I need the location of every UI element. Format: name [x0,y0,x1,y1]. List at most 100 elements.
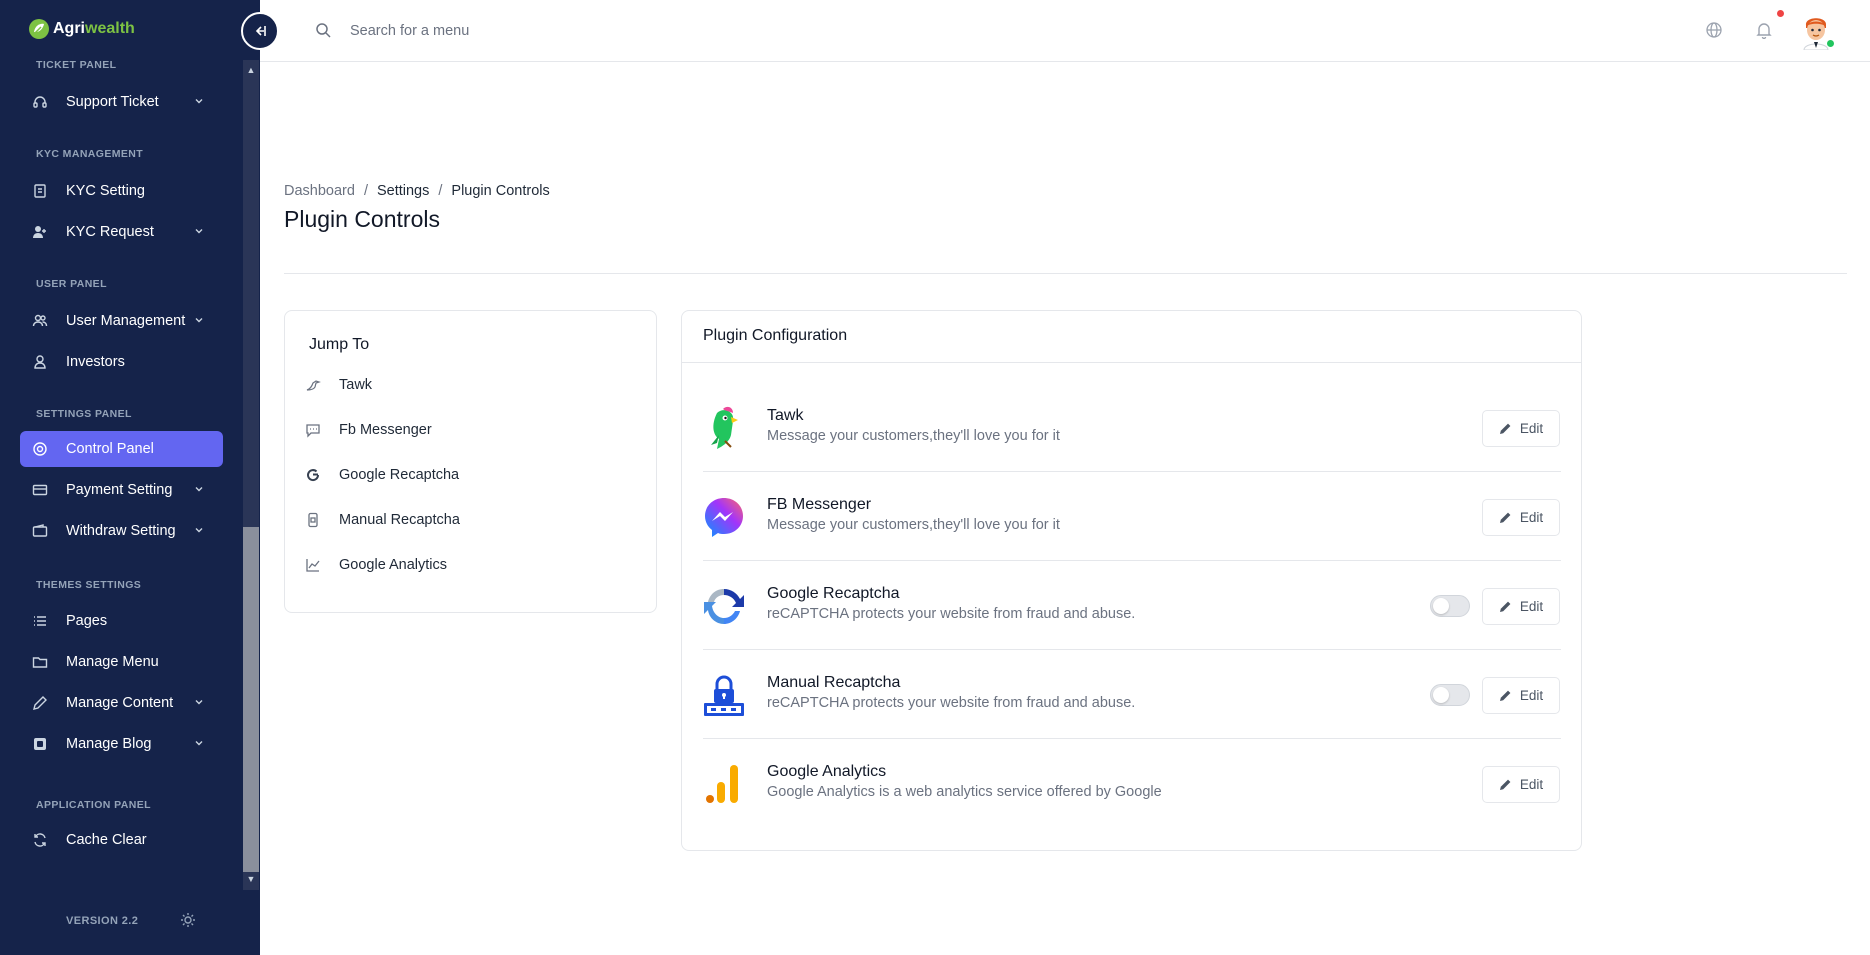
breadcrumb-settings[interactable]: Settings [377,183,429,199]
sidebar-item-pages[interactable]: Pages [20,603,223,639]
sidebar-item-withdraw-setting[interactable]: Withdraw Setting [20,513,223,549]
sidebar-item-control-panel[interactable]: Control Panel [20,431,223,467]
pencil-icon [1499,600,1512,613]
toggle-manual-recaptcha[interactable] [1430,684,1470,706]
pencil-icon [1499,511,1512,524]
brand-logo[interactable]: Agri wealth [28,18,135,40]
plugin-row-google-recaptcha: Google Recaptcha reCAPTCHA protects your… [703,561,1561,650]
jump-item-fb-messenger[interactable]: Fb Messenger [305,419,432,441]
sidebar-item-manage-menu[interactable]: Manage Menu [20,644,223,680]
edit-button-fb-messenger[interactable]: Edit [1482,499,1560,536]
card-icon [32,482,48,498]
sidebar: Agri wealth ▲ ▼ TICKET PANEL Support Tick… [0,0,260,955]
plugin-name: Manual Recaptcha [767,674,901,691]
pencil-icon [1499,422,1512,435]
edit-button-manual-recaptcha[interactable]: Edit [1482,677,1560,714]
sidebar-item-label: Manage Content [66,695,174,711]
edit-button-google-recaptcha[interactable]: Edit [1482,588,1560,625]
sidebar-item-kyc-request[interactable]: KYC Request [20,214,223,250]
sidebar-item-label: KYC Request [66,224,154,240]
sidebar-item-manage-blog[interactable]: Manage Blog [20,726,223,762]
divider [284,273,1847,274]
sidebar-collapse-button[interactable] [241,12,279,50]
recaptcha-icon [703,583,745,629]
breadcrumb-current: Plugin Controls [451,183,550,199]
search-input[interactable] [350,18,750,44]
sidebar-item-label: Control Panel [66,441,154,457]
version-label: VERSION 2.2 [66,915,139,927]
jump-item-label: Tawk [339,377,373,393]
google-icon [305,467,321,483]
chevron-down-icon [193,696,205,712]
sidebar-item-user-management[interactable]: User Management [20,303,223,339]
plugin-row-fb-messenger: FB Messenger Message your customers,they… [703,472,1561,561]
plugin-name: Google Analytics [767,763,887,780]
jump-item-google-analytics[interactable]: Google Analytics [305,554,447,576]
plugin-row-manual-recaptcha: Manual Recaptcha reCAPTCHA protects your… [703,650,1561,739]
jump-item-label: Fb Messenger [339,422,432,438]
plugin-row-tawk: Tawk Message your customers,they'll love… [703,383,1561,472]
sidebar-item-label: Manage Menu [66,654,159,670]
chart-icon [305,557,321,573]
sidebar-item-label: Pages [66,613,108,629]
refresh-icon [32,832,48,848]
gear-icon [32,441,48,457]
sidebar-item-label: Manage Blog [66,736,152,752]
plugin-description: reCAPTCHA protects your website from fra… [767,606,1136,622]
chevron-down-icon [193,524,205,540]
sidebar-scrollbar-thumb[interactable] [243,527,259,872]
jump-item-google-recaptcha[interactable]: Google Recaptcha [305,464,459,486]
chevron-down-icon [193,483,205,499]
plugin-name: Google Recaptcha [767,585,900,602]
sidebar-item-label: Payment Setting [66,482,173,498]
edit-button-label: Edit [1519,777,1544,792]
pencil-icon [32,695,48,711]
google-analytics-icon [703,761,745,807]
jump-item-label: Google Recaptcha [339,467,460,483]
jump-item-tawk[interactable]: Tawk [305,374,372,396]
breadcrumb-dashboard[interactable]: Dashboard [284,183,355,199]
sidebar-item-support-ticket[interactable]: Support Ticket [20,84,223,120]
bell-icon[interactable] [1755,21,1773,44]
messenger-icon [703,494,745,540]
edit-button-tawk[interactable]: Edit [1482,410,1560,447]
page-title: Plugin Controls [284,206,440,232]
wallet-icon [32,523,48,539]
sidebar-item-manage-content[interactable]: Manage Content [20,685,223,721]
section-title-settings: SETTINGS PANEL [36,408,132,420]
plugin-configuration-card: Plugin Configuration Tawk Message your c… [681,310,1582,851]
breadcrumb: Dashboard / Settings / Plugin Controls [284,183,550,199]
pencil-icon [1499,689,1512,702]
sun-icon[interactable] [180,912,196,933]
sidebar-item-label: Investors [66,354,125,370]
chevron-down-icon [193,95,205,111]
jump-item-label: Google Analytics [339,557,448,573]
bird-icon [305,377,321,393]
folder-icon [32,654,48,670]
plugin-description: Message your customers,they'll love you … [767,428,1060,444]
breadcrumb-separator: / [363,183,368,199]
topbar [260,0,1870,62]
sidebar-item-kyc-setting[interactable]: KYC Setting [20,173,223,209]
leaf-logo-icon [29,19,49,39]
sidebar-item-investors[interactable]: Investors [20,344,223,380]
chevron-down-icon [193,314,205,330]
edit-button-label: Edit [1519,599,1544,614]
phone-icon [305,512,321,528]
search-icon [315,22,332,44]
user-icon [32,354,48,370]
sidebar-item-label: KYC Setting [66,183,145,199]
user-add-icon [32,224,48,240]
toggle-google-recaptcha[interactable] [1430,595,1470,617]
document-icon [32,183,48,199]
lock-password-icon [703,672,745,718]
edit-button-google-analytics[interactable]: Edit [1482,766,1560,803]
scroll-down-arrow[interactable]: ▼ [243,871,259,887]
sidebar-item-cache-clear[interactable]: Cache Clear [20,822,223,858]
jump-item-manual-recaptcha[interactable]: Manual Recaptcha [305,509,460,531]
sidebar-item-payment-setting[interactable]: Payment Setting [20,472,223,508]
globe-icon[interactable] [1705,21,1723,44]
scroll-up-arrow[interactable]: ▲ [243,62,259,78]
notification-badge [1777,10,1784,17]
jump-to-card: Jump To Tawk Fb Messenger Google Recaptc… [284,310,657,613]
